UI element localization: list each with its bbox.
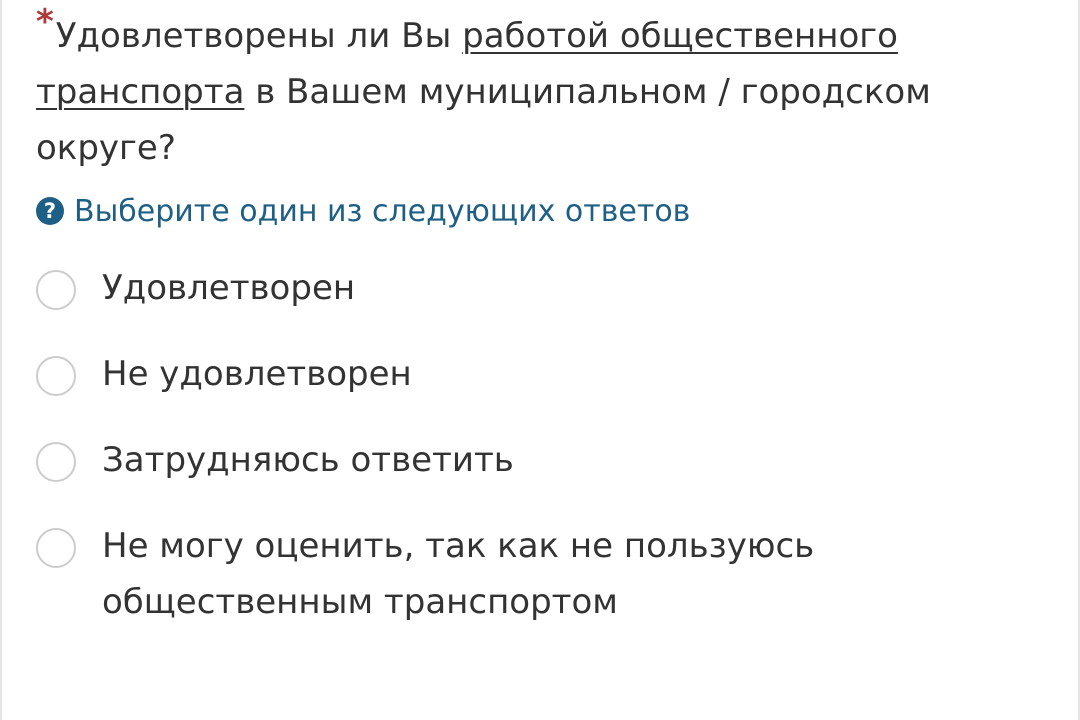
option-label[interactable]: Не могу оценить, так как не пользуюсь об…: [102, 518, 1036, 630]
radio-button[interactable]: [36, 356, 76, 396]
answer-hint: ? Выберите один из следующих ответов: [36, 189, 690, 233]
option-cannot-evaluate[interactable]: Не могу оценить, так как не пользуюсь об…: [36, 524, 1036, 630]
radio-button[interactable]: [36, 442, 76, 482]
hint-text: Выберите один из следующих ответов: [74, 193, 691, 229]
question-text: *Удовлетворены ли Вы работой общественно…: [36, 2, 1036, 176]
required-asterisk: *: [36, 2, 54, 42]
option-not-satisfied[interactable]: Не удовлетворен: [36, 352, 1036, 402]
question-text-start: Удовлетворены ли Вы: [55, 16, 463, 56]
option-label[interactable]: Не удовлетворен: [102, 346, 412, 402]
option-label[interactable]: Удовлетворен: [102, 260, 355, 316]
question-circle-icon: ?: [36, 197, 64, 225]
option-satisfied[interactable]: Удовлетворен: [36, 266, 1036, 316]
option-hard-to-answer[interactable]: Затрудняюсь ответить: [36, 438, 1036, 488]
answer-options: Удовлетворен Не удовлетворен Затрудняюсь…: [36, 266, 1036, 666]
radio-button[interactable]: [36, 270, 76, 310]
question-card: *Удовлетворены ли Вы работой общественно…: [0, 0, 1080, 720]
option-label[interactable]: Затрудняюсь ответить: [102, 432, 514, 488]
radio-button[interactable]: [36, 528, 76, 568]
